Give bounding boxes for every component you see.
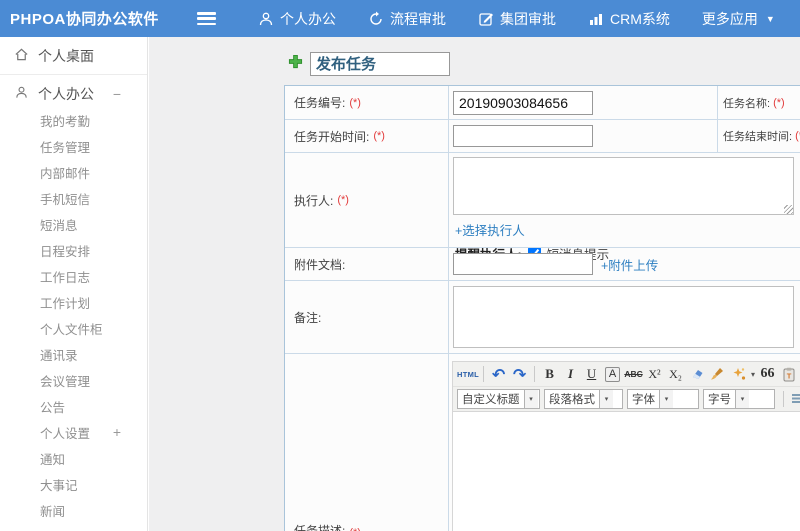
sidebar-item-work-log[interactable]: 工作日志 (0, 263, 147, 289)
sidebar-item-file-cabinet[interactable]: 个人文件柜 (0, 315, 147, 341)
task-no-input[interactable] (453, 90, 593, 115)
caret-down-icon: ▾ (659, 390, 673, 408)
sidebar-item-milestones[interactable]: 大事记 (0, 471, 147, 497)
sidebar-group-personal-office[interactable]: 个人办公 − (0, 81, 147, 107)
text-border-button[interactable]: A (605, 366, 621, 382)
sidebar-item-personal-settings[interactable]: 个人设置 + (0, 419, 147, 445)
executor-label: 执行人: (*) (285, 152, 449, 247)
caret-down-icon: ▾ (523, 390, 538, 408)
format-brush-icon[interactable] (707, 364, 728, 384)
attachment-cell: +附件上传 (449, 247, 800, 280)
user-icon (258, 11, 274, 27)
expand-plus-icon[interactable]: + (113, 424, 121, 440)
nav-more-apps[interactable]: 更多应用 ▼ (686, 0, 791, 37)
svg-text:T: T (786, 371, 791, 380)
auto-typeset-icon[interactable] (728, 364, 749, 384)
nav-process-approval[interactable]: 流程审批 (352, 0, 462, 37)
sidebar-item-short-message[interactable]: 短消息 (0, 211, 147, 237)
font-family-select[interactable]: 字体 ▾ (627, 389, 699, 409)
remark-label: 备注: (285, 280, 449, 353)
editor-toolbar-row1: HTML ↶ ↷ B I U A ABC X² X₂ ▾ 66 T (453, 362, 800, 387)
undo-button[interactable]: ↶ (488, 364, 509, 384)
paragraph-format-select[interactable]: 段落格式 ▾ (544, 389, 623, 409)
resize-handle-icon[interactable] (784, 205, 793, 214)
editor-toolbar-row2: 自定义标题 ▾ 段落格式 ▾ 字体 ▾ 字号 ▾ (453, 387, 800, 411)
task-no-label: 任务编号: (*) (285, 86, 449, 119)
process-icon (368, 11, 384, 27)
sidebar-group-label: 个人办公 (38, 86, 94, 102)
sidebar-item-news[interactable]: 新闻 (0, 497, 147, 523)
task-name-label: 任务名称: (*) (717, 86, 800, 119)
nav-group-approval[interactable]: 集团审批 (462, 0, 572, 37)
caret-down-icon: ▼ (765, 13, 775, 24)
sidebar-item-contacts[interactable]: 通讯录 (0, 341, 147, 367)
redo-button[interactable]: ↷ (509, 364, 530, 384)
remark-cell (449, 280, 800, 353)
align-left-icon[interactable] (788, 389, 800, 409)
collapse-minus-icon[interactable]: − (113, 86, 121, 102)
caret-down-icon: ▾ (735, 390, 749, 408)
sidebar-item-meeting[interactable]: 会议管理 (0, 367, 147, 393)
italic-button[interactable]: I (560, 364, 581, 384)
attachment-label: 附件文档: (285, 247, 449, 280)
sidebar-item-announcement[interactable]: 公告 (0, 393, 147, 419)
strikethrough-button[interactable]: ABC (623, 364, 644, 384)
caret-down-icon: ▾ (599, 390, 613, 408)
sidebar-item-work-plan[interactable]: 工作计划 (0, 289, 147, 315)
start-time-label: 任务开始时间: (*) (285, 119, 449, 152)
bar-chart-icon (588, 11, 604, 27)
page-title-text: 发布任务 (310, 52, 450, 76)
app-logo: PHPOA协同办公软件 (10, 11, 159, 28)
blockquote-button[interactable]: 66 (757, 364, 778, 384)
executor-textarea[interactable] (453, 157, 794, 215)
edit-square-icon (478, 11, 494, 27)
paste-text-icon[interactable]: T (778, 364, 799, 384)
sidebar-item-internal-mail[interactable]: 内部邮件 (0, 159, 147, 185)
sidebar-item-task-management[interactable]: 任务管理 (0, 133, 147, 159)
source-code-button[interactable]: HTML (457, 364, 479, 384)
main-nav: 个人办公 流程审批 集团审批 CRM系统 更多应用 ▼ (242, 0, 791, 37)
font-size-select[interactable]: 字号 ▾ (703, 389, 775, 409)
custom-title-select[interactable]: 自定义标题 ▾ (457, 389, 540, 409)
home-icon (14, 47, 29, 65)
editor-toolbar: HTML ↶ ↷ B I U A ABC X² X₂ ▾ 66 T 自定义标题 … (452, 361, 800, 412)
sidebar-item-attendance[interactable]: 我的考勤 (0, 107, 147, 133)
app-window: PHPOA协同办公软件 个人办公 流程审批 集团审批 CRM系统 更多应用 ▼ … (0, 0, 800, 531)
start-time-input[interactable] (453, 125, 593, 147)
attachment-upload-link[interactable]: +附件上传 (601, 255, 658, 274)
sidebar-item-sms[interactable]: 手机短信 (0, 185, 147, 211)
description-label: 任务描述:(*) (285, 353, 449, 531)
bold-button[interactable]: B (539, 364, 560, 384)
auto-typeset-caret-icon[interactable]: ▾ (749, 364, 757, 384)
sidebar-item-schedule[interactable]: 日程安排 (0, 237, 147, 263)
sidebar-item-notice[interactable]: 通知 (0, 445, 147, 471)
sidebar-item-desktop[interactable]: 个人桌面 (0, 37, 147, 75)
executor-cell: +选择执行人 提醒执行人: 短消息提示 (449, 152, 800, 262)
sidebar-item-label: 个人桌面 (38, 47, 94, 64)
remark-textarea[interactable] (453, 286, 794, 348)
nav-crm-system[interactable]: CRM系统 (572, 0, 686, 37)
choose-executor-link[interactable]: +选择执行人 (455, 220, 800, 239)
nav-personal-office[interactable]: 个人办公 (242, 0, 352, 37)
user-outline-icon (14, 85, 29, 103)
main-content: 发布任务 任务编号:(*) 任务名称:(*) 任务开始时间:(*) 任务结束时间… (149, 37, 800, 531)
end-time-label: 任务结束时间:(*) (717, 119, 800, 152)
editor-content-area[interactable] (452, 412, 800, 531)
top-navbar: PHPOA协同办公软件 个人办公 流程审批 集团审批 CRM系统 更多应用 ▼ (0, 0, 800, 37)
publish-task-form: 任务编号:(*) 任务名称:(*) 任务开始时间:(*) 任务结束时间:(*) … (284, 85, 800, 531)
add-plus-icon (288, 54, 303, 74)
page-title: 发布任务 (288, 52, 450, 76)
rich-text-editor: HTML ↶ ↷ B I U A ABC X² X₂ ▾ 66 T 自定义标题 … (449, 353, 800, 531)
task-no-cell (449, 86, 717, 119)
underline-button[interactable]: U (581, 364, 602, 384)
subscript-button[interactable]: X₂ (665, 364, 686, 384)
hamburger-menu-icon[interactable] (197, 12, 216, 25)
eraser-icon[interactable] (686, 364, 707, 384)
sidebar: 个人桌面 个人办公 − 我的考勤 任务管理 内部邮件 手机短信 短消息 日程安排… (0, 37, 148, 531)
start-time-cell (449, 119, 717, 152)
attachment-input[interactable] (453, 253, 593, 275)
superscript-button[interactable]: X² (644, 364, 665, 384)
